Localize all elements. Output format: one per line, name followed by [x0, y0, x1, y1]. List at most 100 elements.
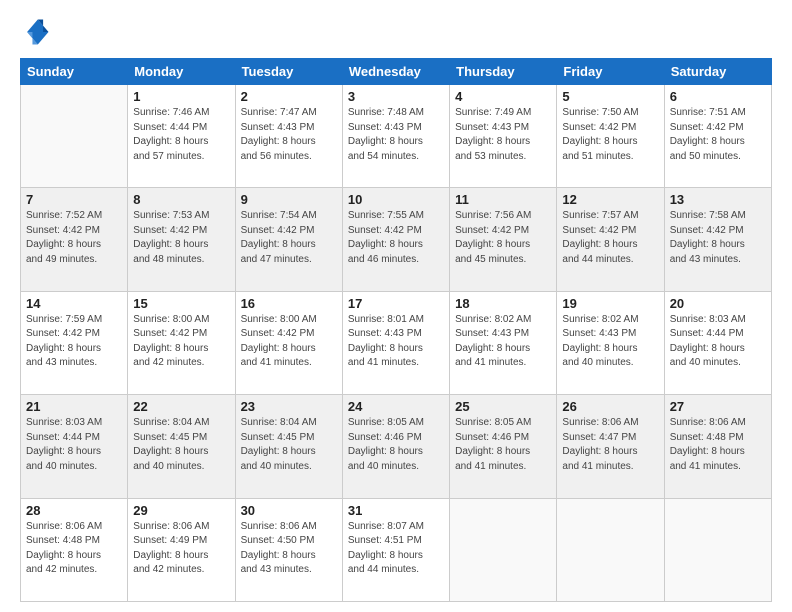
calendar-row: 14 Sunrise: 7:59 AMSunset: 4:42 PMDayligh…	[21, 291, 772, 394]
calendar-cell: 26 Sunrise: 8:06 AMSunset: 4:47 PMDayligh…	[557, 395, 664, 498]
calendar-table: SundayMondayTuesdayWednesdayThursdayFrid…	[20, 58, 772, 602]
day-number: 15	[133, 296, 229, 311]
calendar-cell: 14 Sunrise: 7:59 AMSunset: 4:42 PMDayligh…	[21, 291, 128, 394]
day-info: Sunrise: 8:00 AMSunset: 4:42 PMDaylight:…	[133, 313, 229, 371]
calendar-cell: 25 Sunrise: 8:05 AMSunset: 4:46 PMDayligh…	[450, 395, 557, 498]
calendar-cell: 31 Sunrise: 8:07 AMSunset: 4:51 PMDayligh…	[342, 498, 449, 601]
day-number: 12	[562, 192, 658, 207]
calendar-cell: 6 Sunrise: 7:51 AMSunset: 4:42 PMDaylight…	[664, 85, 771, 188]
calendar-header: SundayMondayTuesdayWednesdayThursdayFrid…	[21, 59, 772, 85]
day-info: Sunrise: 7:55 AMSunset: 4:42 PMDaylight:…	[348, 209, 444, 267]
day-number: 4	[455, 89, 551, 104]
calendar-header-wednesday: Wednesday	[342, 59, 449, 85]
day-number: 16	[241, 296, 337, 311]
day-number: 6	[670, 89, 766, 104]
day-info: Sunrise: 7:50 AMSunset: 4:42 PMDaylight:…	[562, 106, 658, 164]
day-number: 30	[241, 503, 337, 518]
day-number: 3	[348, 89, 444, 104]
calendar-header-sunday: Sunday	[21, 59, 128, 85]
header	[20, 16, 772, 48]
day-info: Sunrise: 7:56 AMSunset: 4:42 PMDaylight:…	[455, 209, 551, 267]
day-info: Sunrise: 7:57 AMSunset: 4:42 PMDaylight:…	[562, 209, 658, 267]
day-number: 29	[133, 503, 229, 518]
calendar-header-saturday: Saturday	[664, 59, 771, 85]
day-info: Sunrise: 8:02 AMSunset: 4:43 PMDaylight:…	[455, 313, 551, 371]
calendar-cell: 12 Sunrise: 7:57 AMSunset: 4:42 PMDayligh…	[557, 188, 664, 291]
calendar-body: 1 Sunrise: 7:46 AMSunset: 4:44 PMDaylight…	[21, 85, 772, 602]
day-info: Sunrise: 7:51 AMSunset: 4:42 PMDaylight:…	[670, 106, 766, 164]
day-info: Sunrise: 8:06 AMSunset: 4:49 PMDaylight:…	[133, 520, 229, 578]
day-number: 31	[348, 503, 444, 518]
calendar-cell: 9 Sunrise: 7:54 AMSunset: 4:42 PMDaylight…	[235, 188, 342, 291]
day-info: Sunrise: 8:03 AMSunset: 4:44 PMDaylight:…	[670, 313, 766, 371]
calendar-cell: 29 Sunrise: 8:06 AMSunset: 4:49 PMDayligh…	[128, 498, 235, 601]
calendar-cell: 16 Sunrise: 8:00 AMSunset: 4:42 PMDayligh…	[235, 291, 342, 394]
day-number: 14	[26, 296, 122, 311]
calendar-cell: 30 Sunrise: 8:06 AMSunset: 4:50 PMDayligh…	[235, 498, 342, 601]
day-info: Sunrise: 7:54 AMSunset: 4:42 PMDaylight:…	[241, 209, 337, 267]
logo	[20, 16, 56, 48]
day-info: Sunrise: 8:07 AMSunset: 4:51 PMDaylight:…	[348, 520, 444, 578]
day-info: Sunrise: 8:04 AMSunset: 4:45 PMDaylight:…	[241, 416, 337, 474]
calendar-cell: 27Sunrise: 8:06 AMSunset: 4:48 PMDayligh…	[664, 395, 771, 498]
day-info: Sunrise: 8:06 AMSunset: 4:50 PMDaylight:…	[241, 520, 337, 578]
day-info: Sunrise: 8:03 AMSunset: 4:44 PMDaylight:…	[26, 416, 122, 474]
calendar-header-friday: Friday	[557, 59, 664, 85]
calendar-cell: 1 Sunrise: 7:46 AMSunset: 4:44 PMDaylight…	[128, 85, 235, 188]
calendar-cell: 8Sunrise: 7:53 AMSunset: 4:42 PMDaylight…	[128, 188, 235, 291]
day-number: 9	[241, 192, 337, 207]
day-info: Sunrise: 8:05 AMSunset: 4:46 PMDaylight:…	[348, 416, 444, 474]
calendar-row: 1 Sunrise: 7:46 AMSunset: 4:44 PMDaylight…	[21, 85, 772, 188]
calendar-row: 21 Sunrise: 8:03 AMSunset: 4:44 PMDayligh…	[21, 395, 772, 498]
day-number: 25	[455, 399, 551, 414]
day-number: 18	[455, 296, 551, 311]
calendar-cell	[21, 85, 128, 188]
calendar-cell	[557, 498, 664, 601]
calendar-row: 28Sunrise: 8:06 AMSunset: 4:48 PMDayligh…	[21, 498, 772, 601]
day-number: 2	[241, 89, 337, 104]
calendar-cell: 28Sunrise: 8:06 AMSunset: 4:48 PMDayligh…	[21, 498, 128, 601]
calendar-cell: 10 Sunrise: 7:55 AMSunset: 4:42 PMDayligh…	[342, 188, 449, 291]
calendar-cell: 5 Sunrise: 7:50 AMSunset: 4:42 PMDaylight…	[557, 85, 664, 188]
calendar-cell: 13Sunrise: 7:58 AMSunset: 4:42 PMDayligh…	[664, 188, 771, 291]
calendar-cell	[664, 498, 771, 601]
day-number: 21	[26, 399, 122, 414]
day-number: 23	[241, 399, 337, 414]
day-number: 1	[133, 89, 229, 104]
day-info: Sunrise: 8:05 AMSunset: 4:46 PMDaylight:…	[455, 416, 551, 474]
calendar-cell: 24Sunrise: 8:05 AMSunset: 4:46 PMDayligh…	[342, 395, 449, 498]
day-number: 7	[26, 192, 122, 207]
day-number: 26	[562, 399, 658, 414]
calendar-cell: 15 Sunrise: 8:00 AMSunset: 4:42 PMDayligh…	[128, 291, 235, 394]
calendar-cell: 18 Sunrise: 8:02 AMSunset: 4:43 PMDayligh…	[450, 291, 557, 394]
calendar-row: 7Sunrise: 7:52 AMSunset: 4:42 PMDaylight…	[21, 188, 772, 291]
day-info: Sunrise: 7:47 AMSunset: 4:43 PMDaylight:…	[241, 106, 337, 164]
day-number: 11	[455, 192, 551, 207]
calendar-cell: 2 Sunrise: 7:47 AMSunset: 4:43 PMDaylight…	[235, 85, 342, 188]
day-info: Sunrise: 8:00 AMSunset: 4:42 PMDaylight:…	[241, 313, 337, 371]
day-number: 10	[348, 192, 444, 207]
day-number: 13	[670, 192, 766, 207]
calendar-header-tuesday: Tuesday	[235, 59, 342, 85]
calendar-cell	[450, 498, 557, 601]
day-info: Sunrise: 8:06 AMSunset: 4:48 PMDaylight:…	[670, 416, 766, 474]
calendar-cell: 19Sunrise: 8:02 AMSunset: 4:43 PMDayligh…	[557, 291, 664, 394]
day-info: Sunrise: 7:49 AMSunset: 4:43 PMDaylight:…	[455, 106, 551, 164]
day-number: 8	[133, 192, 229, 207]
day-number: 22	[133, 399, 229, 414]
calendar-cell: 7Sunrise: 7:52 AMSunset: 4:42 PMDaylight…	[21, 188, 128, 291]
calendar-cell: 20 Sunrise: 8:03 AMSunset: 4:44 PMDayligh…	[664, 291, 771, 394]
day-info: Sunrise: 7:59 AMSunset: 4:42 PMDaylight:…	[26, 313, 122, 371]
calendar-header-monday: Monday	[128, 59, 235, 85]
day-number: 17	[348, 296, 444, 311]
day-info: Sunrise: 7:46 AMSunset: 4:44 PMDaylight:…	[133, 106, 229, 164]
calendar-cell: 23 Sunrise: 8:04 AMSunset: 4:45 PMDayligh…	[235, 395, 342, 498]
day-info: Sunrise: 8:06 AMSunset: 4:47 PMDaylight:…	[562, 416, 658, 474]
day-info: Sunrise: 7:48 AMSunset: 4:43 PMDaylight:…	[348, 106, 444, 164]
day-info: Sunrise: 8:02 AMSunset: 4:43 PMDaylight:…	[562, 313, 658, 371]
day-info: Sunrise: 8:01 AMSunset: 4:43 PMDaylight:…	[348, 313, 444, 371]
day-number: 5	[562, 89, 658, 104]
day-number: 20	[670, 296, 766, 311]
day-info: Sunrise: 8:04 AMSunset: 4:45 PMDaylight:…	[133, 416, 229, 474]
calendar-cell: 21 Sunrise: 8:03 AMSunset: 4:44 PMDayligh…	[21, 395, 128, 498]
